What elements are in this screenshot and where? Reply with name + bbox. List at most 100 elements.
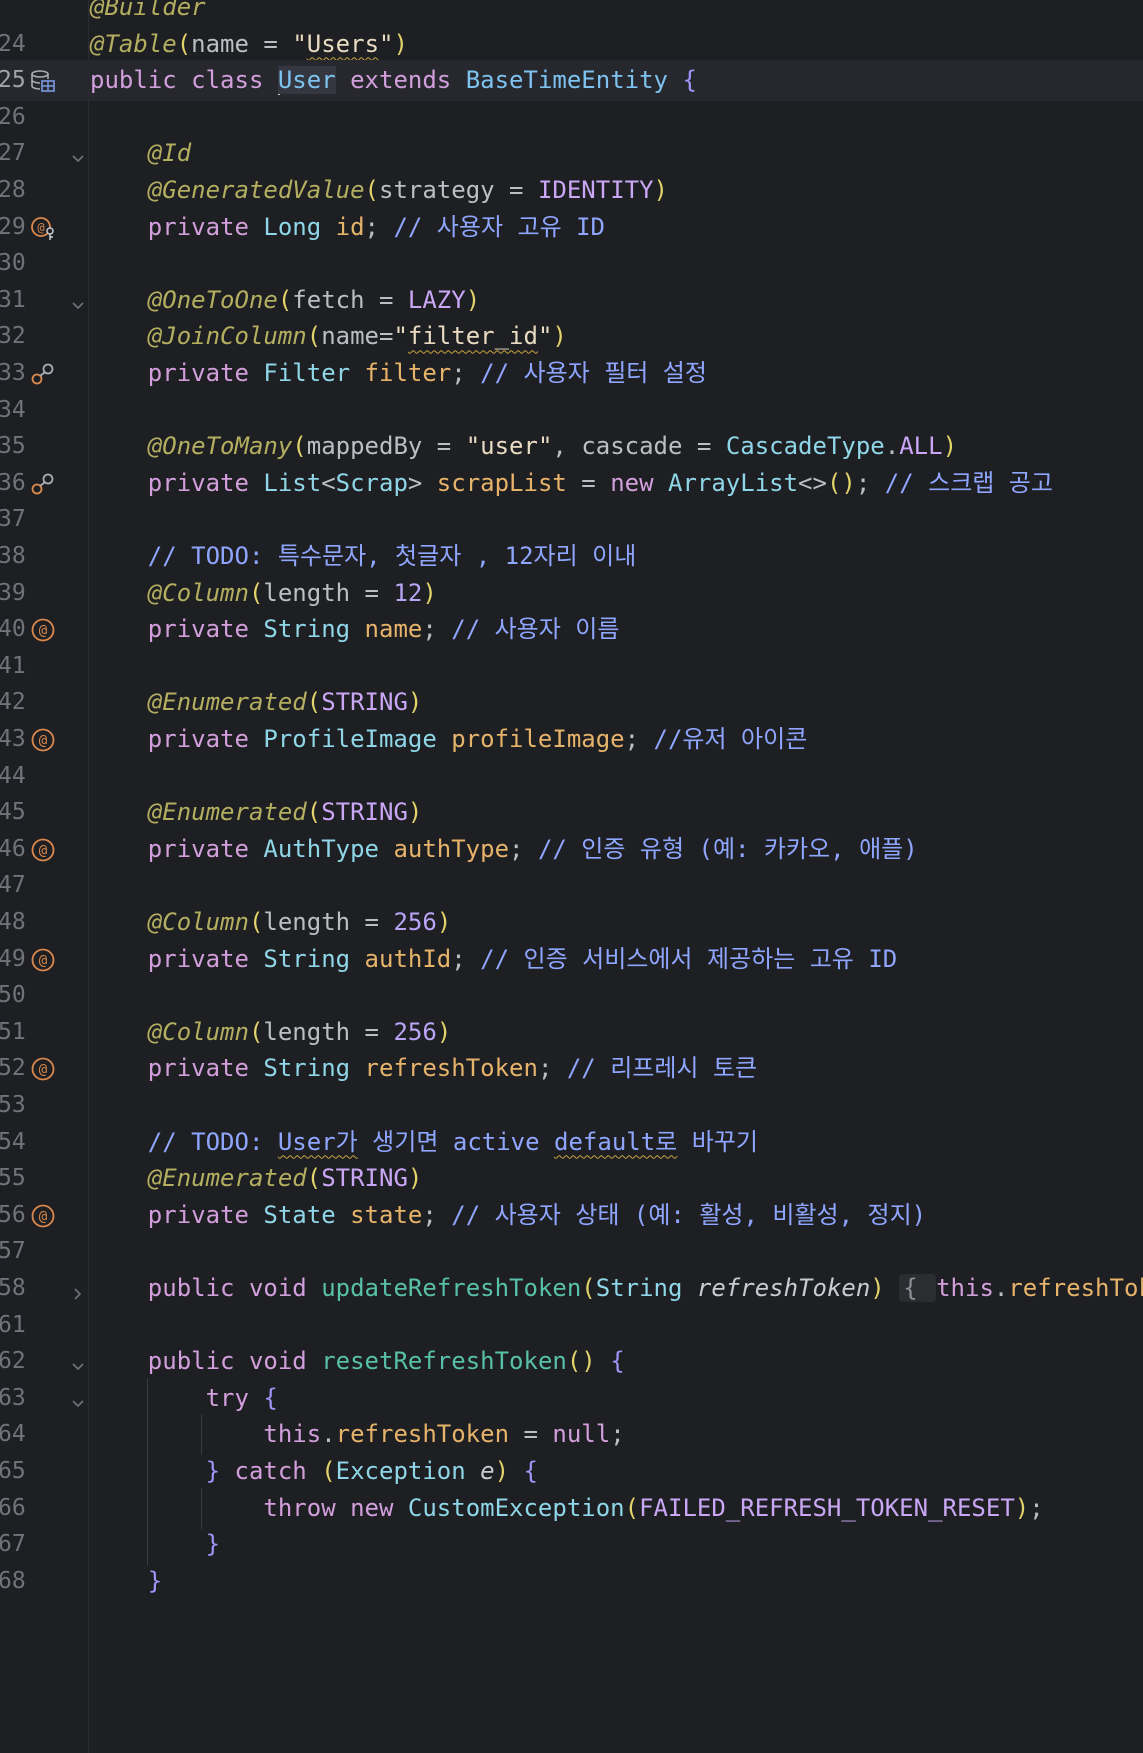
code-line[interactable]: 58 public void updateRefreshToken(String… bbox=[0, 1268, 1143, 1309]
line-number[interactable]: 58 bbox=[0, 1268, 26, 1309]
code-text[interactable]: } bbox=[90, 1524, 220, 1565]
code-text[interactable]: private Filter filter; // 사용자 필터 설정 bbox=[90, 353, 707, 394]
code-line[interactable]: 36 private List<Scrap> scrapList = new A… bbox=[0, 463, 1143, 504]
code-editor[interactable]: @Builder 24 @Table(name = "Users") 25 public… bbox=[0, 0, 1143, 1753]
line-number[interactable]: 65 bbox=[0, 1451, 26, 1492]
line-number[interactable]: 67 bbox=[0, 1524, 26, 1565]
code-text[interactable]: private String authId; // 인증 서비스에서 제공하는 … bbox=[90, 939, 897, 980]
code-text[interactable]: private AuthType authType; // 인증 유형 (예: … bbox=[90, 829, 918, 870]
line-number[interactable]: 43 bbox=[0, 719, 26, 760]
code-line[interactable]: 33 private Filter filter; // 사용자 필터 설정 bbox=[0, 353, 1143, 394]
line-number[interactable]: 66 bbox=[0, 1488, 26, 1529]
code-text[interactable]: @Enumerated(STRING) bbox=[90, 682, 423, 723]
code-line[interactable]: 62 public void resetRefreshToken() { bbox=[0, 1341, 1143, 1382]
line-number[interactable]: 49 bbox=[0, 939, 26, 980]
line-number[interactable]: 31 bbox=[0, 280, 26, 321]
line-number[interactable]: 56 bbox=[0, 1195, 26, 1236]
code-text[interactable]: @Column(length = 256) bbox=[90, 902, 451, 943]
code-text[interactable]: try { bbox=[90, 1378, 278, 1419]
code-text[interactable]: @Enumerated(STRING) bbox=[90, 1158, 423, 1199]
line-number[interactable]: 52 bbox=[0, 1048, 26, 1089]
fold-chevron-down-icon[interactable] bbox=[70, 145, 86, 163]
line-number[interactable]: 39 bbox=[0, 573, 26, 614]
relation-link-icon[interactable] bbox=[30, 361, 56, 387]
line-number[interactable]: 26 bbox=[0, 97, 26, 138]
code-text[interactable]: private String refreshToken; // 리프레시 토큰 bbox=[90, 1048, 757, 1089]
code-line[interactable]: 54 // TODO: User가 생기면 active default로 바꾸… bbox=[0, 1122, 1143, 1163]
code-text[interactable]: public class User extends BaseTimeEntity… bbox=[90, 60, 697, 101]
code-text[interactable]: private String name; // 사용자 이름 bbox=[90, 609, 620, 650]
line-number[interactable]: 54 bbox=[0, 1122, 26, 1163]
code-line[interactable]: 31 @OneToOne(fetch = LAZY) bbox=[0, 280, 1143, 321]
code-text[interactable]: @GeneratedValue(strategy = IDENTITY) bbox=[90, 170, 668, 211]
code-line[interactable]: 45 @Enumerated(STRING) bbox=[0, 792, 1143, 833]
fold-chevron-right-icon[interactable] bbox=[70, 1280, 86, 1300]
line-number[interactable]: 45 bbox=[0, 792, 26, 833]
code-line[interactable]: 53 bbox=[0, 1085, 1143, 1126]
line-number[interactable]: 36 bbox=[0, 463, 26, 504]
line-number[interactable]: 44 bbox=[0, 756, 26, 797]
line-number[interactable]: 46 bbox=[0, 829, 26, 870]
code-line[interactable]: 67 } bbox=[0, 1524, 1143, 1566]
line-number[interactable]: 62 bbox=[0, 1341, 26, 1382]
fold-chevron-down-icon[interactable] bbox=[70, 292, 86, 309]
line-number[interactable]: 27 bbox=[0, 133, 26, 174]
code-text[interactable]: public void resetRefreshToken() { bbox=[90, 1341, 625, 1382]
fold-chevron-down-icon[interactable] bbox=[70, 1353, 86, 1371]
code-line[interactable]: 28 @GeneratedValue(strategy = IDENTITY) bbox=[0, 170, 1143, 211]
line-number[interactable]: 55 bbox=[0, 1158, 26, 1199]
code-text[interactable]: throw new CustomException(FAILED_REFRESH… bbox=[90, 1488, 1043, 1529]
line-number[interactable]: 40 bbox=[0, 609, 26, 650]
line-number[interactable]: 35 bbox=[0, 426, 26, 467]
code-text[interactable]: @Id bbox=[90, 133, 191, 174]
code-line[interactable]: 63 try { bbox=[0, 1377, 1143, 1419]
code-line[interactable]: 39 @Column(length = 12) bbox=[0, 573, 1143, 614]
line-number[interactable]: 47 bbox=[0, 865, 26, 906]
code-line[interactable]: 29 @ private Long id; // 사용자 고유 ID bbox=[0, 207, 1143, 248]
line-number[interactable]: 61 bbox=[0, 1305, 26, 1346]
line-number[interactable]: 38 bbox=[0, 536, 26, 577]
code-line[interactable]: 34 bbox=[0, 390, 1143, 431]
line-number[interactable]: 32 bbox=[0, 316, 26, 357]
code-line[interactable]: 43 @ private ProfileImage profileImage; /… bbox=[0, 719, 1143, 760]
line-number[interactable]: 37 bbox=[0, 499, 26, 540]
line-number[interactable]: 24 bbox=[0, 24, 26, 65]
line-number[interactable]: 25 bbox=[0, 60, 26, 101]
code-line[interactable]: 57 bbox=[0, 1231, 1143, 1272]
code-line[interactable]: 40 @ private String name; // 사용자 이름 bbox=[0, 609, 1143, 650]
code-line[interactable]: 61 bbox=[0, 1305, 1143, 1346]
code-line[interactable]: 26 bbox=[0, 97, 1143, 138]
code-line[interactable]: 27 @Id bbox=[0, 133, 1143, 174]
relation-link-icon[interactable] bbox=[30, 471, 56, 497]
line-number[interactable]: 57 bbox=[0, 1231, 26, 1272]
line-number[interactable]: 33 bbox=[0, 353, 26, 394]
code-line[interactable]: 64 this.refreshToken = null; bbox=[0, 1414, 1143, 1456]
code-line[interactable]: 66 throw new CustomException(FAILED_REFR… bbox=[0, 1487, 1143, 1529]
code-line[interactable]: 52 @ private String refreshToken; // 리프레시… bbox=[0, 1048, 1143, 1089]
code-line[interactable]: 44 bbox=[0, 756, 1143, 797]
column-at-icon[interactable]: @ bbox=[30, 617, 56, 643]
line-number[interactable]: 53 bbox=[0, 1085, 26, 1126]
code-text[interactable]: @Column(length = 12) bbox=[90, 573, 437, 614]
code-text[interactable]: } catch (Exception e) { bbox=[90, 1451, 538, 1492]
code-text[interactable]: private State state; // 사용자 상태 (예: 활성, 비… bbox=[90, 1195, 926, 1236]
code-text[interactable]: @OneToOne(fetch = LAZY) bbox=[90, 280, 480, 321]
code-text[interactable]: @Column(length = 256) bbox=[90, 1012, 451, 1053]
column-at-icon[interactable]: @ bbox=[30, 727, 56, 753]
line-number[interactable]: 51 bbox=[0, 1012, 26, 1053]
column-at-icon[interactable]: @ bbox=[30, 947, 56, 973]
code-line[interactable]: 68 } bbox=[0, 1561, 1143, 1602]
code-text[interactable]: private List<Scrap> scrapList = new Arra… bbox=[90, 463, 1053, 504]
code-line[interactable]: 51 @Column(length = 256) bbox=[0, 1012, 1143, 1053]
code-text[interactable]: // TODO: User가 생기면 active default로 바꾸기 bbox=[90, 1122, 758, 1163]
line-number[interactable]: 34 bbox=[0, 390, 26, 431]
code-line[interactable]: 65 } catch (Exception e) { bbox=[0, 1451, 1143, 1492]
line-number[interactable]: 29 bbox=[0, 207, 26, 248]
code-line[interactable]: 46 @ private AuthType authType; // 인증 유형 … bbox=[0, 829, 1143, 870]
code-line[interactable]: 50 bbox=[0, 975, 1143, 1016]
code-line[interactable]: 25 public class User extends BaseTimeEnti… bbox=[0, 60, 1143, 102]
line-number[interactable]: 63 bbox=[0, 1378, 26, 1419]
code-text[interactable]: private Long id; // 사용자 고유 ID bbox=[90, 207, 605, 248]
code-line[interactable]: 30 bbox=[0, 243, 1143, 284]
code-text[interactable]: public void updateRefreshToken(String re… bbox=[90, 1268, 1143, 1309]
